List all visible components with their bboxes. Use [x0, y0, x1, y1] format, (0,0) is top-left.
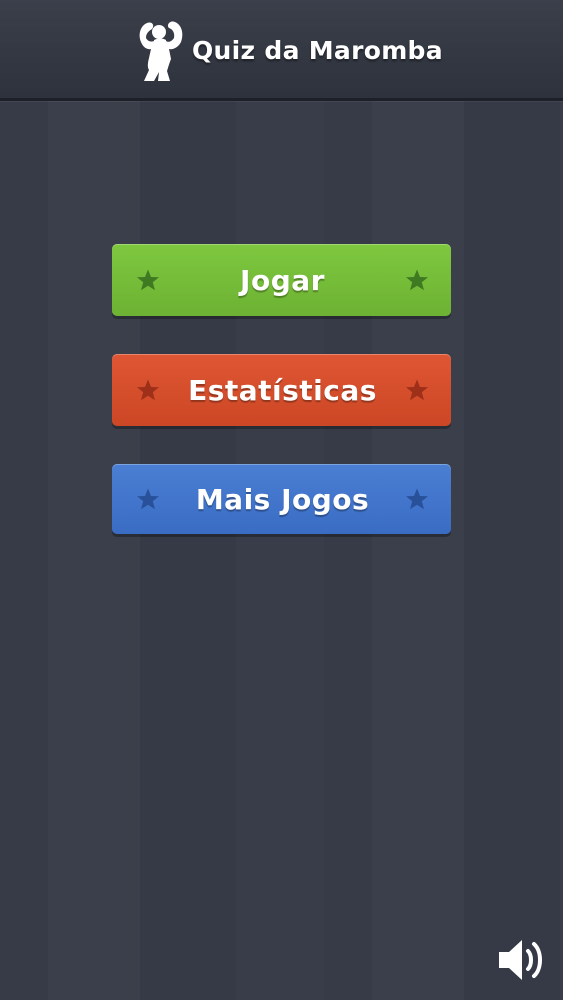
mais-jogos-label: Mais Jogos: [195, 482, 370, 516]
star-icon: [137, 488, 159, 510]
speaker-volume-icon[interactable]: [495, 934, 551, 986]
star-icon: [137, 269, 159, 291]
flexing-bodybuilder-icon: [139, 21, 183, 81]
brand: Quiz da Maromba: [134, 14, 443, 86]
jogar-label: Jogar: [240, 263, 325, 297]
app-title: Quiz da Maromba: [192, 35, 443, 65]
estatisticas-label: Estatísticas: [188, 373, 377, 407]
estatisticas-button[interactable]: Estatísticas: [112, 354, 451, 426]
jogar-button[interactable]: Jogar: [112, 244, 451, 316]
app-header: Quiz da Maromba: [0, 0, 563, 101]
mais-jogos-button[interactable]: Mais Jogos: [112, 464, 451, 534]
star-icon: [406, 379, 428, 401]
star-icon: [137, 379, 159, 401]
star-icon: [406, 488, 428, 510]
star-icon: [406, 269, 428, 291]
